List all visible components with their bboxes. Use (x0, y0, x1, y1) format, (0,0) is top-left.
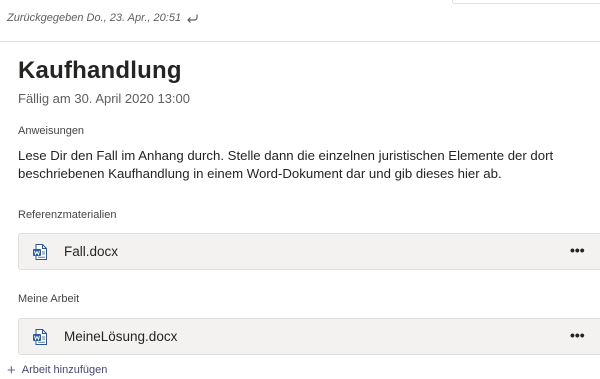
my-work-file-card[interactable]: MeineLösung.docx ••• (18, 318, 600, 355)
more-options-icon[interactable]: ••• (570, 325, 585, 345)
returned-text: Zurückgegeben Do., 23. Apr., 20:51 (7, 12, 182, 24)
assignment-title: Kaufhandlung (18, 57, 182, 84)
top-bar: Zurückgegeben Do., 23. Apr., 20:51 (0, 0, 600, 42)
more-options-icon[interactable]: ••• (570, 240, 585, 260)
instructions-text: Lese Dir den Fall im Anhang durch. Stell… (18, 148, 554, 181)
instructions-label: Anweisungen (18, 125, 85, 137)
reference-file-name[interactable]: Fall.docx (64, 244, 118, 259)
word-document-icon (33, 244, 47, 260)
reference-file-card[interactable]: Fall.docx ••• (18, 233, 600, 270)
my-work-file-name[interactable]: MeineLösung.docx (64, 329, 177, 344)
plus-icon: + (7, 361, 16, 379)
reference-materials-label: Referenzmaterialien (18, 209, 117, 221)
add-work-button[interactable]: + Arbeit hinzufügen (7, 361, 108, 379)
my-work-label: Meine Arbeit (18, 293, 80, 305)
word-document-icon (33, 329, 47, 345)
undo-arrow-icon (186, 13, 198, 23)
top-right-control (452, 0, 600, 4)
add-work-label: Arbeit hinzufügen (21, 364, 108, 376)
returned-status: Zurückgegeben Do., 23. Apr., 20:51 (7, 12, 198, 24)
due-date: Fällig am 30. April 2020 13:00 (18, 91, 190, 106)
